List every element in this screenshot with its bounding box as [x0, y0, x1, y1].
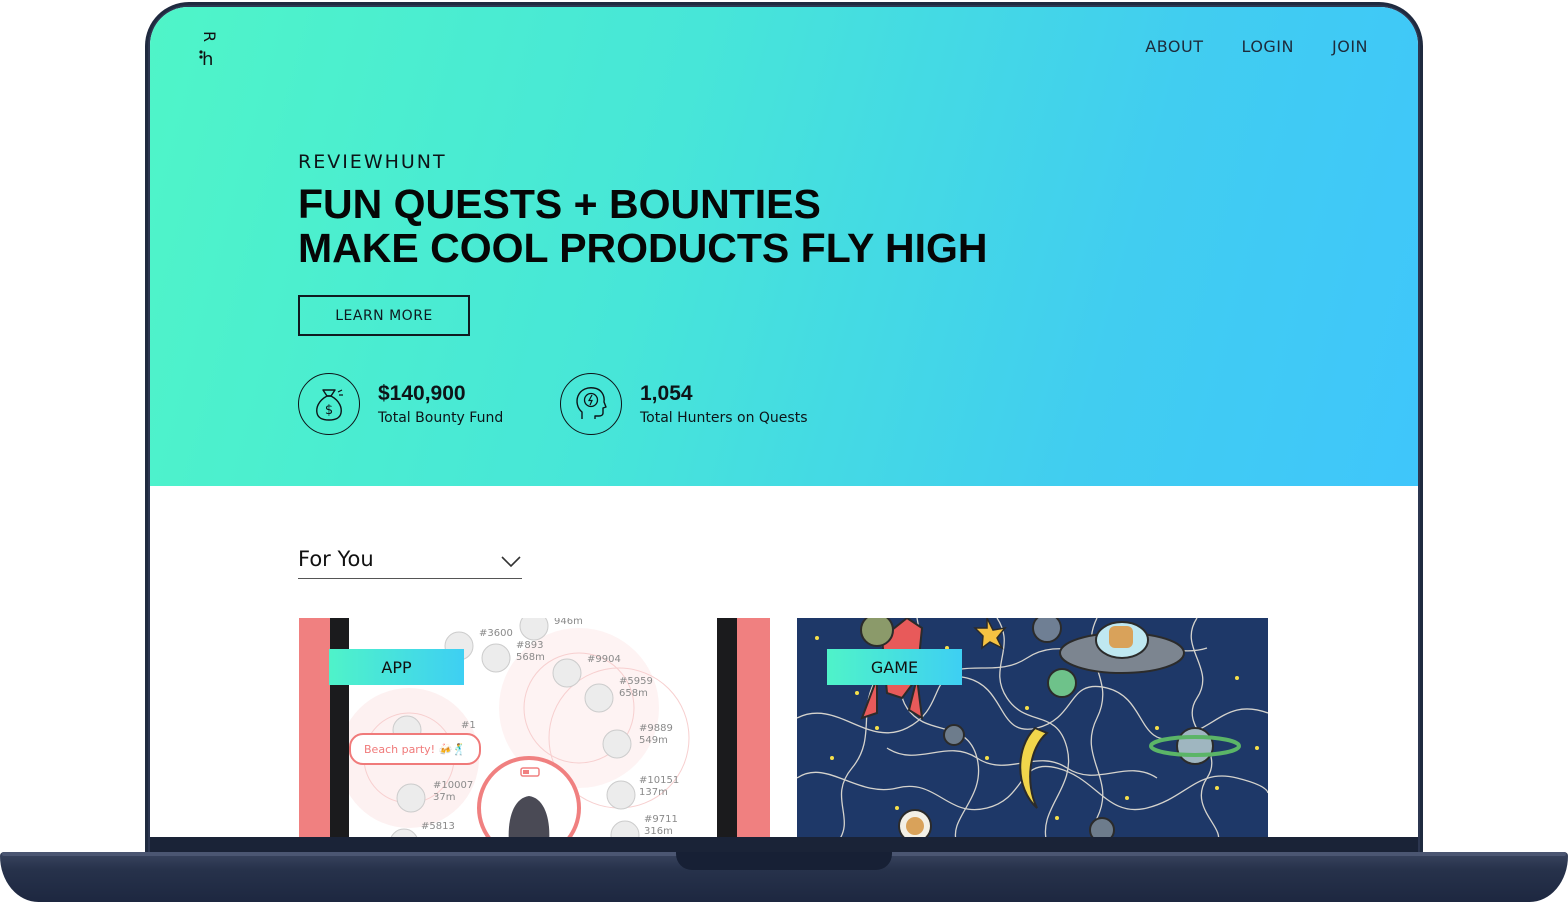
category-tag-app: APP [329, 649, 464, 685]
pin-label: #5813 [421, 821, 455, 832]
hero-section: R h ABOUT LOGIN JOIN REVIEWHUNT FUN QUES… [150, 7, 1418, 486]
nav-login-link[interactable]: LOGIN [1241, 37, 1294, 56]
svg-text:$: $ [325, 403, 333, 418]
top-nav: ABOUT LOGIN JOIN [1145, 37, 1368, 56]
money-bag-icon: $ [316, 389, 343, 421]
brain-head-icon [576, 387, 607, 419]
event-bubble: Beach party! 🍻🕺 [349, 733, 481, 765]
pin-label: #9904 [587, 654, 621, 665]
hunters-label: Total Hunters on Quests [640, 410, 808, 426]
pin-label: #9711 316m [644, 814, 678, 837]
brand-name: REVIEWHUNT [298, 151, 447, 173]
rh-logo-icon: R h [199, 31, 219, 70]
pin-label: #10151 137m [639, 775, 680, 798]
pin-label: #1 [461, 720, 476, 731]
nav-join-link[interactable]: JOIN [1332, 37, 1368, 56]
feed-filter-dropdown[interactable]: For You [298, 547, 522, 579]
pin-label: #10007 37m [433, 780, 474, 803]
laptop-screen-chin [150, 837, 1418, 852]
bounty-fund-label: Total Bounty Fund [378, 410, 504, 426]
pin-label: #9889 549m [639, 723, 673, 746]
browser-viewport: R h ABOUT LOGIN JOIN REVIEWHUNT FUN QUES… [150, 7, 1418, 837]
bounty-fund-value: $140,900 [378, 382, 466, 405]
pin-label: #5959 658m [619, 676, 653, 699]
learn-more-button[interactable]: LEARN MORE [298, 295, 470, 336]
stat-icon-circle [560, 373, 622, 435]
pin-label: #893 568m [516, 640, 545, 663]
chevron-down-icon [501, 556, 521, 568]
category-tag-game: GAME [827, 649, 962, 685]
svg-text:R: R [200, 31, 219, 42]
stat-hunters: 1,054 Total Hunters on Quests [560, 373, 808, 435]
pin-label: 946m [554, 618, 583, 627]
headline-line-1: FUN QUESTS + BOUNTIES [298, 181, 821, 227]
nav-about-link[interactable]: ABOUT [1145, 37, 1203, 56]
svg-text:h: h [202, 49, 213, 69]
feed-filter-selected: For You [298, 547, 374, 571]
pin-label: #3600 [479, 628, 513, 639]
stat-bounty-fund: $ $140,900 Total Bounty Fund [298, 373, 503, 435]
site-logo[interactable]: R h [196, 29, 226, 70]
hunters-value: 1,054 [640, 382, 693, 405]
quest-card-game[interactable]: GAME [797, 618, 1268, 837]
stat-icon-circle: $ [298, 373, 360, 435]
quest-card-app[interactable]: #3600 #893 568m 946m #9904 #5959 658m #988… [299, 618, 770, 837]
laptop-hinge-notch [676, 852, 892, 870]
headline-line-2: MAKE COOL PRODUCTS FLY HIGH [298, 225, 988, 271]
hero-headline: FUN QUESTS + BOUNTIES MAKE COOL PRODUCTS… [298, 182, 987, 270]
